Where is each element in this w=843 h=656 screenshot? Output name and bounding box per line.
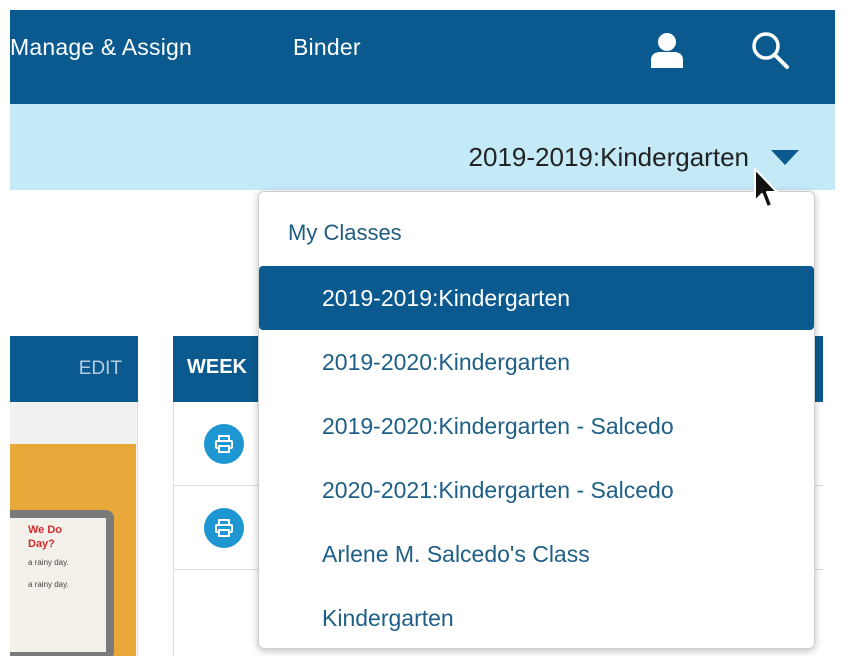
- class-option[interactable]: 2019-2020:Kindergarten - Salcedo: [259, 394, 814, 458]
- left-panel-header: EDIT: [10, 336, 138, 402]
- dropdown-heading: My Classes: [288, 220, 402, 245]
- print-button[interactable]: [204, 424, 244, 464]
- class-selector-bar: 2019-2019:Kindergarten: [10, 104, 835, 190]
- class-list: 2019-2019:Kindergarten 2019-2020:Kinderg…: [259, 266, 814, 650]
- week-header-label: WEEK: [187, 356, 247, 378]
- print-button[interactable]: [204, 508, 244, 548]
- thumbnail-text-line1: a rainy day.: [28, 558, 69, 567]
- class-option[interactable]: 2020-2021:Kindergarten - Salcedo: [259, 458, 814, 522]
- lesson-thumbnail[interactable]: We Do Day? a rainy day. a rainy day.: [10, 444, 136, 656]
- class-dropdown-menu: My Classes 2019-2019:Kindergarten 2019-2…: [258, 191, 815, 649]
- top-nav-bar: Manage & Assign Binder: [10, 10, 835, 104]
- class-option[interactable]: 2019-2019:Kindergarten: [259, 266, 814, 330]
- left-panel-body: We Do Day? a rainy day. a rainy day.: [10, 402, 138, 656]
- nav-binder-link[interactable]: Binder: [293, 34, 361, 61]
- nav-manage-assign-link[interactable]: Manage & Assign: [10, 34, 192, 61]
- thumbnail-title-line1: We Do: [28, 524, 63, 536]
- selected-class-label[interactable]: 2019-2019:Kindergarten: [469, 142, 749, 173]
- mouse-cursor-icon: [754, 168, 778, 208]
- printer-icon: [215, 519, 233, 537]
- thumbnail-text-line2: a rainy day.: [28, 580, 69, 589]
- thumbnail-title-line2: Day?: [28, 538, 55, 550]
- search-icon[interactable]: [750, 30, 790, 70]
- caret-down-icon[interactable]: [771, 150, 799, 165]
- thumbnail-frame: We Do Day? a rainy day. a rainy day.: [10, 510, 114, 656]
- class-option[interactable]: Arlene M. Salcedo's Class: [259, 522, 814, 586]
- top-nav: Manage & Assign Binder: [0, 0, 843, 104]
- edit-button[interactable]: EDIT: [79, 358, 122, 380]
- class-option[interactable]: 2019-2020:Kindergarten: [259, 330, 814, 394]
- printer-icon: [215, 435, 233, 453]
- class-selector-dropdown[interactable]: 2019-2019:Kindergarten: [469, 142, 799, 173]
- user-icon[interactable]: [650, 31, 684, 69]
- class-option[interactable]: Kindergarten: [259, 586, 814, 650]
